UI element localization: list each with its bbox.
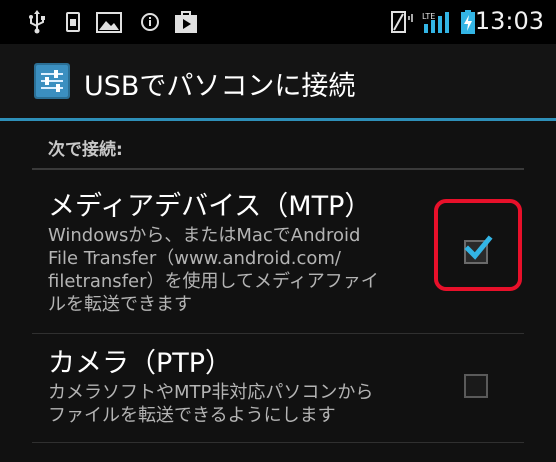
- summary-line: ルを転送できます: [48, 294, 192, 315]
- summary-line: filetransfer）を使用してメディアファイ: [48, 271, 379, 292]
- section-divider: [32, 168, 524, 170]
- action-bar-divider: [0, 118, 556, 121]
- settings-icon[interactable]: [34, 63, 70, 99]
- svg-text:LTE: LTE: [422, 12, 435, 21]
- status-bar: LTE 13:03: [0, 0, 556, 44]
- row-divider: [32, 442, 524, 443]
- option-mtp-title: メディアデバイス（MTP）: [48, 191, 372, 222]
- usb-icon: [29, 10, 45, 34]
- page-title: USBでパソコンに接続: [84, 71, 356, 102]
- info-icon: [141, 13, 159, 31]
- picture-icon: [96, 12, 122, 33]
- summary-line: ファイルを転送できるようにします: [48, 405, 336, 426]
- option-ptp-summary: カメラソフトやMTP非対応パソコンから ファイルを転送できるようにします: [48, 381, 438, 427]
- summary-line: カメラソフトやMTP非対応パソコンから: [48, 382, 374, 403]
- battery-charging-icon: [461, 10, 475, 34]
- sim-icon: [66, 12, 80, 32]
- section-header: 次で接続:: [48, 140, 123, 160]
- highlight-box: [434, 199, 522, 291]
- lte-signal-icon: LTE: [422, 12, 449, 33]
- shopping-bag-icon: [175, 11, 197, 33]
- vibrate-icon: [391, 11, 413, 33]
- ptp-checkbox[interactable]: [464, 374, 488, 398]
- option-ptp-title: カメラ（PTP）: [48, 348, 233, 379]
- option-mtp-summary: Windowsから、またはMacでAndroid File Transfer（w…: [48, 224, 438, 316]
- summary-line: Windowsから、またはMacでAndroid: [48, 225, 361, 246]
- summary-line: File Transfer（www.android.com/: [48, 248, 341, 269]
- row-divider: [32, 333, 524, 334]
- action-bar: USBでパソコンに接続: [0, 44, 556, 118]
- clock: 13:03: [474, 7, 544, 35]
